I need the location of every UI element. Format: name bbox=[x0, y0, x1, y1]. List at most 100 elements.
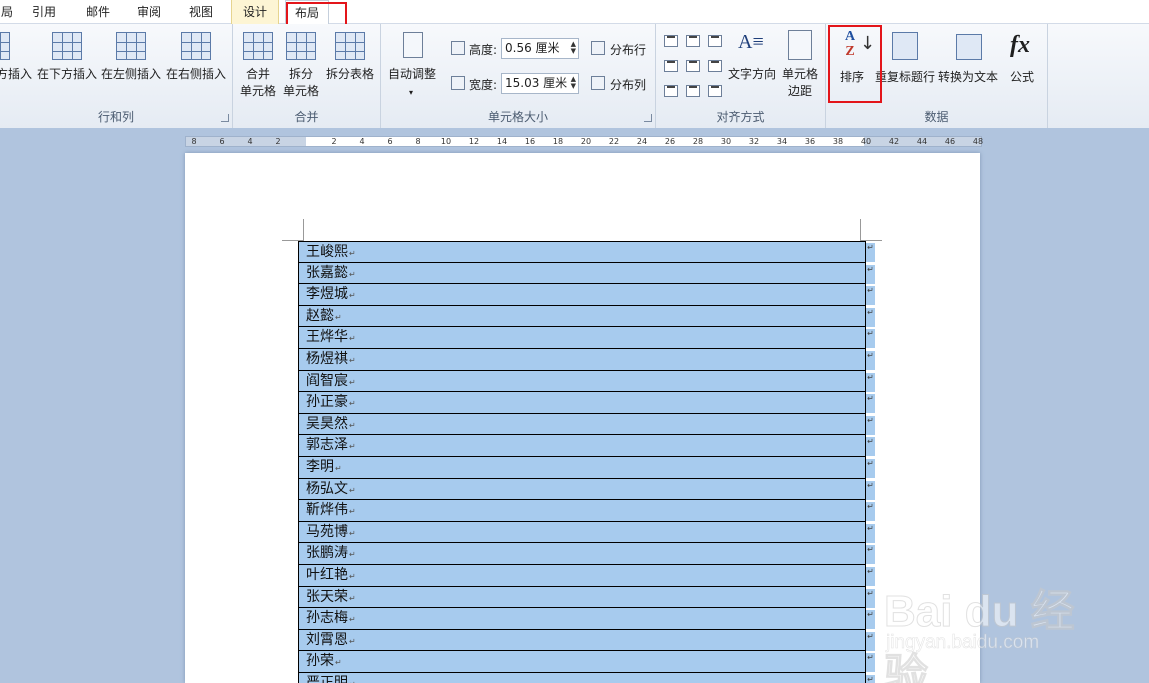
table-row[interactable]: 杨煜祺 bbox=[298, 348, 866, 371]
names-table[interactable]: 王峻熙张嘉懿李煜城赵懿王烨华杨煜祺阎智宸孙正豪吴昊然郭志泽李明杨弘文靳烨伟马苑博… bbox=[298, 241, 866, 683]
formula-fx-icon: fx bbox=[1010, 32, 1030, 58]
ruler-tick-label: 22 bbox=[608, 137, 620, 146]
table-cell-name: 张嘉懿 bbox=[306, 265, 356, 283]
table-cell-name: 张天荣 bbox=[306, 589, 356, 607]
table-row[interactable]: 王烨华 bbox=[298, 327, 866, 349]
table-row[interactable]: 李明 bbox=[298, 456, 866, 479]
align-bottom-left-icon[interactable] bbox=[664, 85, 678, 97]
table-cell-name: 马苑博 bbox=[306, 524, 356, 542]
align-top-right-icon[interactable] bbox=[708, 35, 722, 47]
table-row[interactable]: 孙荣 bbox=[298, 651, 866, 673]
table-row[interactable]: 赵懿 bbox=[298, 305, 866, 328]
table-row[interactable]: 杨弘文 bbox=[298, 478, 866, 501]
row-end-mark: ↵ bbox=[866, 675, 875, 683]
table-row[interactable]: 吴昊然 bbox=[298, 413, 866, 436]
insert-below-button[interactable]: 在下方插入 bbox=[36, 32, 98, 92]
cell-margins-button[interactable]: 单元格 边距 bbox=[778, 30, 822, 100]
group-cell-size: 自动调整 ▾ 高度: 0.56 厘米 ▲ ▼ 宽度: 15.03 厘米 ▲ ▼ 分布… bbox=[381, 24, 656, 128]
align-top-left-icon[interactable] bbox=[664, 35, 678, 47]
group-merge-label: 合并 bbox=[294, 110, 319, 124]
insert-left-label: 在左侧插入 bbox=[100, 67, 161, 81]
split-table-button[interactable]: 拆分表格 bbox=[323, 32, 377, 92]
ribbon: 方插入 在下方插入 在左侧插入 在右侧插入 行和列 合并 单元格 拆分 单元格 … bbox=[0, 24, 1149, 128]
tab-mailings[interactable]: 邮件 bbox=[78, 0, 118, 24]
column-width-input[interactable]: 15.03 厘米 ▲ ▼ bbox=[501, 73, 579, 94]
merge-cells-button[interactable]: 合并 单元格 bbox=[238, 32, 278, 102]
tab-design[interactable]: 设计 bbox=[231, 0, 279, 24]
column-width-spinner-icon[interactable]: ▲ ▼ bbox=[571, 76, 576, 90]
insert-left-button[interactable]: 在左侧插入 bbox=[100, 32, 162, 92]
table-row[interactable]: 张嘉懿 bbox=[298, 262, 866, 285]
row-end-mark: ↵ bbox=[866, 567, 875, 586]
tab-view[interactable]: 视图 bbox=[181, 0, 221, 24]
table-row[interactable]: 孙正豪 bbox=[298, 392, 866, 414]
table-row[interactable]: 马苑博 bbox=[298, 521, 866, 544]
row-height-input[interactable]: 0.56 厘米 ▲ ▼ bbox=[501, 38, 579, 59]
table-row[interactable]: 严正明 bbox=[298, 672, 866, 683]
convert-to-text-button[interactable]: 转换为文本 bbox=[936, 28, 1000, 94]
autofit-button[interactable]: 自动调整 ▾ bbox=[385, 32, 439, 102]
column-width-label: 宽度: bbox=[469, 78, 498, 92]
align-middle-center-icon[interactable] bbox=[686, 60, 700, 72]
row-end-mark: ↵ bbox=[866, 394, 875, 414]
row-end-mark: ↵ bbox=[866, 286, 875, 306]
table-row[interactable]: 张天荣 bbox=[298, 586, 866, 609]
ruler-tick-label: 34 bbox=[776, 137, 788, 146]
row-height-value: 0.56 厘米 bbox=[505, 41, 560, 55]
ruler-left-margin bbox=[186, 137, 306, 146]
horizontal-ruler[interactable]: 8 6 4 2 2 4 6 8 10 12 14 16 18 20 22 24 26 28 30 32 34 36 38 40… bbox=[185, 136, 983, 147]
autofit-icon bbox=[403, 32, 423, 58]
split-table-label: 拆分表格 bbox=[325, 67, 374, 81]
distribute-columns-label: 分布列 bbox=[610, 78, 647, 92]
table-row[interactable]: 刘霄恩 bbox=[298, 629, 866, 652]
table-row[interactable]: 叶红艳 bbox=[298, 564, 866, 587]
tab-review[interactable]: 审阅 bbox=[129, 0, 169, 24]
ruler-tick-label: 44 bbox=[916, 137, 928, 146]
tab-references[interactable]: 引用 bbox=[24, 0, 64, 24]
row-height-spinner-icon[interactable]: ▲ ▼ bbox=[571, 41, 576, 55]
row-end-mark: ↵ bbox=[866, 307, 875, 327]
table-row[interactable]: 李煜城 bbox=[298, 284, 866, 306]
table-cell-name: 阎智宸 bbox=[306, 373, 356, 391]
distribute-rows-button[interactable]: 分布行 bbox=[591, 40, 651, 58]
text-direction-label: 文字方向 bbox=[727, 67, 776, 81]
autofit-label: 自动调整 bbox=[387, 67, 436, 81]
group-merge: 合并 单元格 拆分 单元格 拆分表格 合并 bbox=[233, 24, 381, 128]
group-cell-size-label: 单元格大小 bbox=[487, 110, 548, 124]
table-row[interactable]: 靳烨伟 bbox=[298, 500, 866, 522]
repeat-header-rows-button[interactable]: 重复标题行 bbox=[874, 28, 936, 94]
table-row[interactable]: 王峻熙 bbox=[298, 241, 866, 263]
row-height-icon bbox=[451, 41, 465, 55]
align-bottom-right-icon[interactable] bbox=[708, 85, 722, 97]
align-top-center-icon[interactable] bbox=[686, 35, 700, 47]
text-direction-button[interactable]: A≡ 文字方向 bbox=[726, 30, 778, 90]
table-row[interactable]: 郭志泽 bbox=[298, 435, 866, 457]
align-middle-left-icon[interactable] bbox=[664, 60, 678, 72]
cell-size-launcher-icon[interactable] bbox=[644, 114, 652, 122]
align-bottom-center-icon[interactable] bbox=[686, 85, 700, 97]
insert-right-button[interactable]: 在右侧插入 bbox=[165, 32, 227, 92]
table-cell-name: 郭志泽 bbox=[306, 437, 356, 455]
ruler-tick-label: 26 bbox=[664, 137, 676, 146]
insert-above-button[interactable]: 方插入 bbox=[0, 32, 34, 92]
row-end-mark: ↵ bbox=[866, 459, 875, 478]
distribute-columns-button[interactable]: 分布列 bbox=[591, 75, 651, 93]
insert-below-icon bbox=[52, 32, 82, 60]
sort-button-highlight bbox=[828, 25, 882, 103]
table-cell-name: 孙志梅 bbox=[306, 610, 356, 628]
align-middle-right-icon[interactable] bbox=[708, 60, 722, 72]
ruler-tick-label: 36 bbox=[804, 137, 816, 146]
cell-margins-icon bbox=[788, 30, 812, 60]
ruler-tick-label: 2 bbox=[331, 137, 337, 146]
split-cells-button[interactable]: 拆分 单元格 bbox=[281, 32, 321, 102]
convert-to-text-icon bbox=[956, 34, 982, 60]
rows-columns-launcher-icon[interactable] bbox=[221, 114, 229, 122]
formula-button[interactable]: fx 公式 bbox=[1002, 28, 1042, 94]
table-row[interactable]: 张鹏涛 bbox=[298, 543, 866, 565]
row-end-mark: ↵ bbox=[866, 610, 875, 630]
table-row[interactable]: 孙志梅 bbox=[298, 608, 866, 630]
table-row[interactable]: 阎智宸 bbox=[298, 370, 866, 393]
ruler-tick-label: 6 bbox=[387, 137, 393, 146]
tab-page-layout[interactable]: 局 bbox=[0, 0, 14, 24]
ruler-tick-label: 6 bbox=[219, 137, 225, 146]
